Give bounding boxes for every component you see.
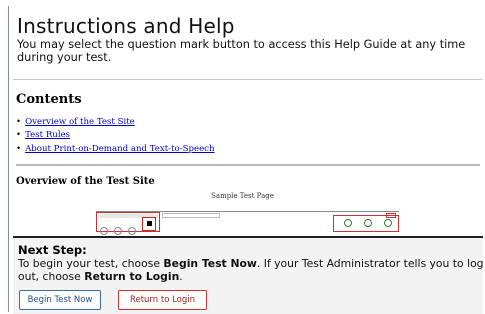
sample-tool-icon	[344, 219, 352, 227]
contents-list: Overview of the Test Site Test Rules Abo…	[16, 116, 215, 156]
sample-stop-icon	[142, 217, 156, 231]
next-step-text: To begin your test, choose Begin Test No…	[18, 257, 484, 283]
sample-caption: Sample Test Page	[211, 192, 274, 200]
sample-pause-icon	[386, 213, 396, 218]
sample-test-page-image	[96, 211, 399, 235]
sample-toolbar-right	[333, 213, 399, 232]
next-step-begin-emphasis: Begin Test Now	[163, 257, 257, 270]
page-title: Instructions and Help	[17, 14, 235, 38]
link-overview[interactable]: Overview of the Test Site	[25, 117, 135, 127]
contents-section: Contents Overview of the Test Site Test …	[16, 82, 480, 166]
sample-button-icon	[100, 227, 108, 235]
list-item: Test Rules	[16, 129, 215, 142]
overview-heading: Overview of the Test Site	[16, 176, 155, 187]
list-item: About Print-on-Demand and Text-to-Speech	[16, 143, 214, 156]
next-step-text-part: . If your Test Administrator tells you t…	[256, 257, 484, 270]
sample-question-bar	[162, 213, 220, 218]
next-step-return-emphasis: Return to Login	[84, 269, 180, 283]
sample-button-icon	[114, 227, 122, 235]
sample-toolbar-left	[96, 212, 160, 235]
next-step-text-part: out, choose	[18, 269, 85, 283]
help-header: Instructions and Help You may select the…	[13, 0, 483, 80]
link-print-on-demand[interactable]: About Print-on-Demand and Text-to-Speech	[25, 144, 214, 154]
contents-heading: Contents	[16, 92, 82, 107]
sample-tool-icon	[384, 219, 392, 227]
begin-test-now-button[interactable]: Begin Test Now	[19, 290, 101, 310]
next-step-heading: Next Step:	[18, 243, 87, 257]
next-step-text-part: .	[179, 269, 183, 283]
list-item: Overview of the Test Site	[16, 116, 215, 129]
page-subtitle: You may select the question mark button …	[17, 38, 466, 64]
return-to-login-button[interactable]: Return to Login	[118, 290, 207, 310]
next-step-text-part: To begin your test, choose	[18, 257, 164, 270]
sample-tool-icon	[364, 219, 372, 227]
sample-button-icon	[128, 227, 136, 235]
link-test-rules[interactable]: Test Rules	[25, 130, 70, 140]
